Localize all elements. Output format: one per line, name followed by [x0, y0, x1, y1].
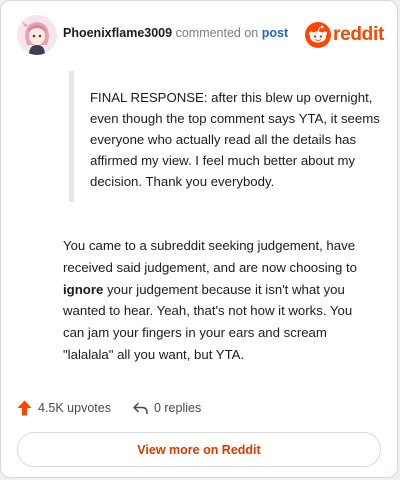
- quoted-text: FINAL RESPONSE: after this blew up overn…: [90, 90, 380, 189]
- view-more-label: View more on Reddit: [137, 442, 261, 457]
- upvote-arrow-icon: [17, 400, 32, 416]
- reddit-wordmark: reddit: [333, 24, 384, 45]
- comment-action-text: commented on: [175, 26, 259, 40]
- username-link[interactable]: Phoenixflame3009: [63, 26, 172, 40]
- comment-text-part-1: You came to a subreddit seeking judgemen…: [63, 238, 357, 275]
- comment-header: Phoenixflame3009 commented on post reddi…: [17, 15, 384, 55]
- reddit-snoo-icon: [305, 22, 331, 48]
- reply-arrow-icon: [133, 401, 148, 414]
- reddit-logo[interactable]: reddit: [305, 21, 384, 49]
- user-avatar[interactable]: [17, 15, 57, 55]
- reply-button[interactable]: 0 replies: [133, 401, 201, 415]
- upvote-count: 4.5K upvotes: [38, 401, 111, 415]
- comment-body: You came to a subreddit seeking judgemen…: [63, 235, 373, 366]
- post-link[interactable]: post: [262, 26, 288, 40]
- comment-actions: 4.5K upvotes 0 replies: [17, 397, 223, 419]
- comment-card: Phoenixflame3009 commented on post reddi…: [0, 0, 398, 478]
- view-more-button[interactable]: View more on Reddit: [17, 432, 381, 467]
- quoted-text-block: FINAL RESPONSE: after this blew up overn…: [69, 71, 386, 202]
- upvote-button[interactable]: 4.5K upvotes: [17, 400, 111, 416]
- comment-emphasis: ignore: [63, 281, 104, 297]
- comment-meta: Phoenixflame3009 commented on post: [63, 26, 288, 40]
- anime-avatar-icon: [17, 15, 57, 55]
- reply-count: 0 replies: [153, 401, 202, 415]
- comment-text-part-2: your judgement because it isn't what you…: [63, 281, 353, 362]
